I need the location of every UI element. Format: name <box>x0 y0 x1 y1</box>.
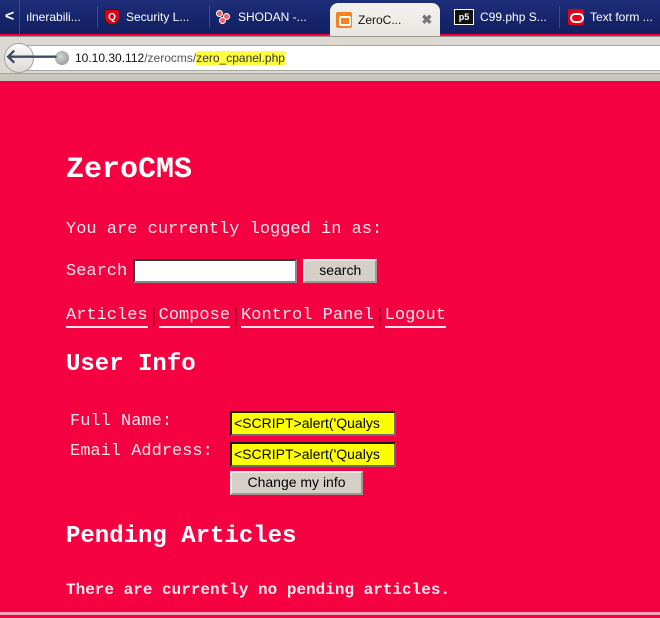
search-form: Search search <box>66 259 378 283</box>
nav-link-logout[interactable]: Logout <box>384 306 446 328</box>
shodan-icon <box>216 9 232 25</box>
nav-separator <box>235 308 238 326</box>
xampp-icon <box>336 11 352 28</box>
tab-separator <box>559 6 560 28</box>
url-host: 10.10.30.112 <box>75 51 145 65</box>
nav-link-kontrol-panel[interactable]: Kontrol Panel <box>241 306 374 328</box>
address-bar[interactable]: 10.10.30.112 /zerocms/ zero_cpanel.php <box>24 45 660 71</box>
page-bottom-border <box>0 612 660 615</box>
page-content: ZeroCMS You are currently logged in as: … <box>0 81 660 615</box>
url-path: /zerocms/ <box>144 51 197 65</box>
pending-articles-heading: Pending Articles <box>66 523 297 550</box>
tab-label: C99.php S... <box>480 10 547 24</box>
c99-icon: p5 <box>454 9 474 25</box>
nav-separator <box>378 308 381 326</box>
tab-shodan[interactable]: SHODAN -... <box>210 0 322 34</box>
tab-label: ılnerabili... <box>26 10 81 24</box>
search-button[interactable]: search <box>303 259 378 283</box>
url-highlighted-file: zero_cpanel.php <box>196 51 285 65</box>
tab-vulnerabilities[interactable]: ılnerabili... <box>20 0 98 34</box>
tab-label: Text form ... <box>590 10 653 24</box>
site-navigation: Articles Compose Kontrol Panel Logout <box>66 306 446 328</box>
nav-link-articles[interactable]: Articles <box>66 306 148 328</box>
logged-in-text: You are currently logged in as: <box>66 220 383 239</box>
tab-text-form[interactable]: Text form ... <box>562 0 660 34</box>
back-button[interactable]: 🡐 <box>4 43 59 73</box>
tab-c99[interactable]: p5 C99.php S... <box>448 0 560 34</box>
search-input[interactable] <box>133 259 298 283</box>
tab-label: SHODAN -... <box>238 10 307 24</box>
back-arrow-icon: 🡐 <box>5 46 59 68</box>
tab-strip: < ılnerabili... Q Security L... SHODAN -… <box>0 0 660 36</box>
close-tab-icon[interactable]: ✖ <box>421 12 432 28</box>
search-label: Search <box>66 261 128 281</box>
toolbar-bottom-border <box>0 73 660 81</box>
navigation-bar: 10.10.30.112 /zerocms/ zero_cpanel.php 🡐 <box>0 36 660 81</box>
tab-zerocms[interactable]: ZeroC... ✖ <box>330 3 440 36</box>
site-title: ZeroCMS <box>66 153 193 187</box>
full-name-label: Full Name: <box>70 412 173 431</box>
full-name-field[interactable]: <SCRIPT>alert('Qualys <box>230 411 396 436</box>
oracle-icon <box>568 9 584 25</box>
no-pending-message: There are currently no pending articles. <box>66 581 451 599</box>
nav-link-compose[interactable]: Compose <box>158 306 231 328</box>
tab-label: ZeroC... <box>358 12 402 27</box>
tab-security-labs[interactable]: Q Security L... <box>98 0 210 34</box>
qualys-icon: Q <box>104 9 120 25</box>
change-my-info-button[interactable]: Change my info <box>230 471 363 495</box>
tab-scroll-left-button[interactable]: < <box>0 0 20 34</box>
nav-separator <box>152 308 155 326</box>
email-address-label: Email Address: <box>70 442 213 461</box>
tab-label: Security L... <box>126 10 190 24</box>
email-address-field[interactable]: <SCRIPT>alert('Qualys <box>230 442 396 467</box>
user-info-heading: User Info <box>66 351 196 378</box>
